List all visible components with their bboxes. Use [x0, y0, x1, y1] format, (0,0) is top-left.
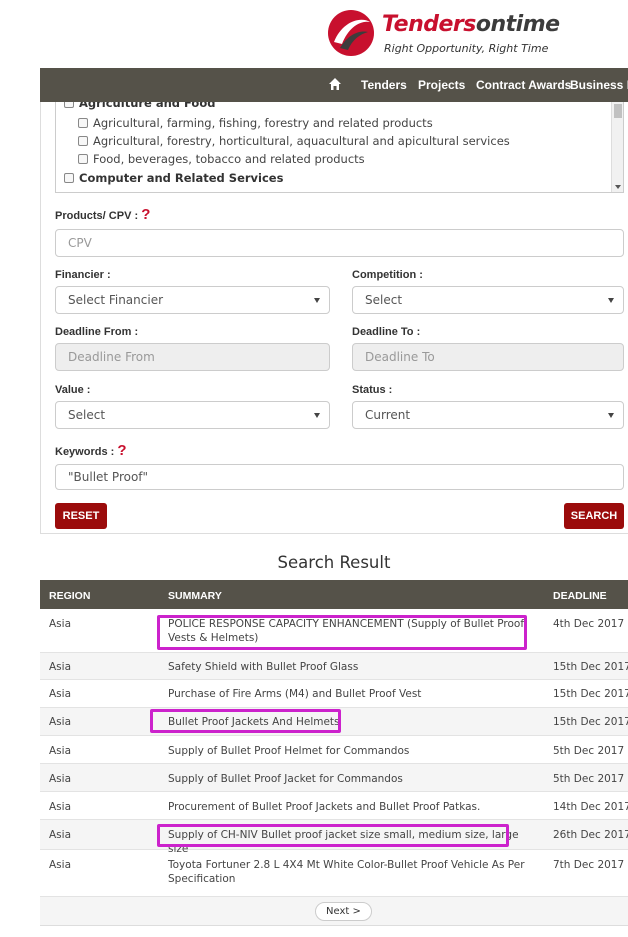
value-select[interactable]: Select — [55, 401, 330, 429]
table-row[interactable]: Asia Supply of Bullet Proof Helmet for C… — [40, 736, 628, 764]
cpv-input[interactable]: CPV — [55, 229, 624, 257]
row-summary[interactable]: Safety Shield with Bullet Proof Glass — [168, 660, 538, 674]
financier-select[interactable]: Select Financier — [55, 286, 330, 314]
nav-business-news[interactable]: Business News — [570, 78, 628, 92]
column-deadline[interactable]: DEADLINE — [553, 590, 607, 602]
chevron-down-icon — [314, 298, 320, 303]
main-navbar: Tenders Projects Contract Awards Busines… — [40, 68, 628, 102]
tree-item[interactable]: Agricultural, forestry, horticultural, a… — [78, 134, 510, 152]
brand-name: Tendersontime — [382, 12, 560, 37]
competition-select[interactable]: Select — [352, 286, 624, 314]
checkbox[interactable] — [78, 136, 88, 146]
brand-tagline: Right Opportunity, Right Time — [384, 42, 549, 55]
checkbox[interactable] — [64, 102, 74, 108]
scroll-down-arrow-icon[interactable] — [615, 185, 621, 189]
keywords-input[interactable]: "Bullet Proof" — [55, 464, 624, 490]
next-page-button[interactable]: Next > — [315, 902, 372, 921]
help-icon[interactable]: ? — [117, 442, 126, 459]
checkbox[interactable] — [78, 118, 88, 128]
search-result-title: Search Result — [277, 553, 391, 572]
table-row[interactable]: Asia Procurement of Bullet Proof Jackets… — [40, 792, 628, 820]
pagination: Next > — [40, 897, 628, 926]
row-summary[interactable]: Purchase of Fire Arms (M4) and Bullet Pr… — [168, 687, 538, 701]
table-row[interactable]: Asia Toyota Fortuner 2.8 L 4X4 Mt White … — [40, 850, 628, 897]
status-select[interactable]: Current — [352, 401, 624, 429]
nav-tenders[interactable]: Tenders — [361, 78, 407, 92]
nav-contract-awards[interactable]: Contract Awards — [476, 78, 571, 92]
deadline-from-label: Deadline From : — [55, 326, 139, 338]
column-summary[interactable]: SUMMARY — [168, 590, 222, 602]
nav-projects[interactable]: Projects — [418, 78, 465, 92]
logo-swoosh-icon — [328, 10, 374, 56]
highlight-box — [157, 824, 509, 847]
financier-label: Financier : — [55, 269, 111, 281]
deadline-to-label: Deadline To : — [352, 326, 421, 338]
status-label: Status : — [352, 384, 393, 396]
reset-button[interactable]: RESET — [55, 503, 107, 529]
products-label: Products/ CPV : ? — [55, 206, 151, 223]
scroll-thumb[interactable] — [614, 104, 622, 118]
table-row[interactable]: Asia Purchase of Fire Arms (M4) and Bull… — [40, 680, 628, 708]
checkbox[interactable] — [78, 154, 88, 164]
highlight-box — [150, 709, 341, 733]
chevron-down-icon — [608, 413, 614, 418]
deadline-to-input[interactable]: Deadline To — [352, 343, 624, 371]
tree-item[interactable]: Agricultural, farming, fishing, forestry… — [78, 116, 433, 134]
row-summary[interactable]: Supply of Bullet Proof Helmet for Comman… — [168, 744, 538, 758]
row-summary[interactable]: Supply of Bullet Proof Jacket for Comman… — [168, 772, 538, 786]
tree-item[interactable]: Food, beverages, tobacco and related pro… — [78, 152, 365, 170]
table-header: REGION SUMMARY DEADLINE — [40, 580, 628, 609]
brand-logo[interactable]: Tendersontime Right Opportunity, Right T… — [326, 6, 566, 60]
table-row[interactable]: Asia Safety Shield with Bullet Proof Gla… — [40, 653, 628, 680]
checkbox[interactable] — [64, 173, 74, 183]
help-icon[interactable]: ? — [141, 206, 150, 223]
tree-category-computer[interactable]: Computer and Related Services — [64, 171, 283, 189]
row-summary[interactable]: Procurement of Bullet Proof Jackets and … — [168, 800, 538, 814]
competition-label: Competition : — [352, 269, 423, 281]
table-row[interactable]: Asia Supply of Bullet Proof Jacket for C… — [40, 764, 628, 792]
chevron-down-icon — [314, 413, 320, 418]
row-summary[interactable]: Toyota Fortuner 2.8 L 4X4 Mt White Color… — [168, 858, 538, 886]
category-tree[interactable]: Agriculture and Food Agricultural, farmi… — [55, 102, 624, 193]
deadline-from-input[interactable]: Deadline From — [55, 343, 330, 371]
column-region[interactable]: REGION — [49, 590, 90, 602]
chevron-down-icon — [608, 298, 614, 303]
search-button[interactable]: SEARCH — [564, 503, 624, 529]
home-icon[interactable] — [328, 77, 342, 91]
highlight-box — [157, 615, 527, 650]
tree-category-agriculture[interactable]: Agriculture and Food — [64, 102, 215, 114]
tree-scrollbar[interactable] — [611, 102, 623, 192]
keywords-label: Keywords : ? — [55, 442, 127, 459]
value-label: Value : — [55, 384, 91, 396]
